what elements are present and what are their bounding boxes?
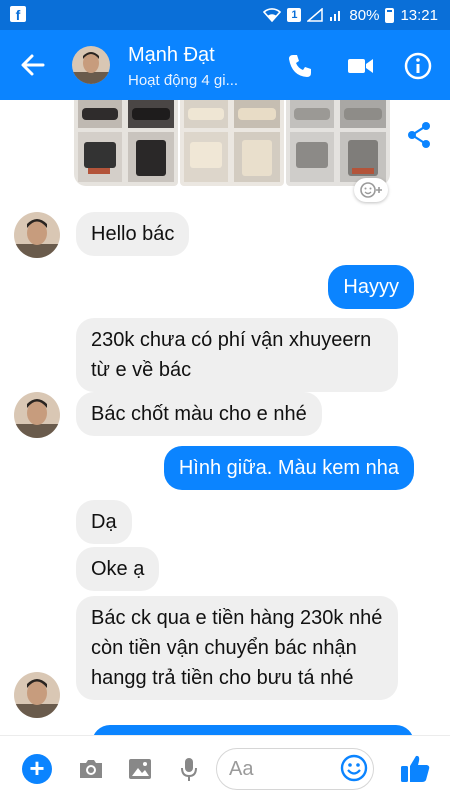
- message-bubble-incoming[interactable]: Hello bác: [76, 212, 190, 256]
- sender-avatar[interactable]: [14, 672, 60, 718]
- message-bubble-outgoing[interactable]: Hayyy: [328, 265, 414, 309]
- message-bubble-incoming[interactable]: Oke ạ: [76, 547, 160, 591]
- camera-icon[interactable]: [76, 754, 106, 784]
- message-bubble-incoming[interactable]: Bác ck qua e tiền hàng 230k nhé còn tiền…: [76, 596, 398, 700]
- share-icon[interactable]: [404, 120, 434, 150]
- status-bar: f 1 80% 13:21: [0, 0, 450, 30]
- signal-icon: [307, 8, 324, 22]
- microphone-icon[interactable]: [174, 754, 204, 784]
- message-bubble-incoming[interactable]: 230k chưa có phí vận xhuyeern từ e về bá…: [76, 318, 398, 392]
- gallery-icon[interactable]: [125, 754, 155, 784]
- contact-avatar[interactable]: [72, 46, 110, 84]
- message-list[interactable]: Hello bác Hayyy 230k chưa có phí vận xhu…: [0, 100, 450, 735]
- thumbs-up-icon[interactable]: [398, 752, 432, 786]
- sender-avatar[interactable]: [14, 392, 60, 438]
- back-arrow-icon[interactable]: [18, 50, 48, 80]
- contact-name[interactable]: Mạnh Đạt: [128, 44, 215, 67]
- video-camera-icon[interactable]: [344, 50, 376, 82]
- battery-percent: 80%: [349, 6, 380, 24]
- message-composer: +: [0, 735, 450, 800]
- emoji-icon[interactable]: [340, 754, 368, 782]
- info-icon[interactable]: [402, 50, 434, 82]
- facebook-app-icon: f: [10, 6, 26, 23]
- shared-photo[interactable]: [286, 100, 390, 186]
- shared-photo[interactable]: [74, 100, 178, 186]
- wifi-icon: [263, 8, 282, 22]
- phone-icon[interactable]: [284, 50, 316, 82]
- notification-badge: 1: [287, 8, 302, 22]
- shared-photo[interactable]: [180, 100, 284, 186]
- shared-photo-grid[interactable]: [74, 100, 390, 186]
- message-bubble-outgoing[interactable]: Hình giữa. Màu kem nha: [163, 446, 414, 490]
- battery-icon: [385, 7, 395, 23]
- sender-avatar[interactable]: [14, 212, 60, 258]
- signal-bars-icon: [330, 11, 341, 21]
- conversation-header: Mạnh Đạt Hoạt động 4 gi...: [0, 30, 450, 100]
- status-bar-right: 1 80% 13:21: [263, 6, 438, 24]
- message-bubble-outgoing-partial[interactable]: [92, 725, 414, 735]
- message-bubble-incoming[interactable]: Bác chốt màu cho e nhé: [76, 392, 322, 436]
- plus-icon[interactable]: +: [22, 754, 52, 784]
- message-bubble-incoming[interactable]: Dạ: [76, 500, 132, 544]
- clock: 13:21: [400, 6, 438, 24]
- activity-status: Hoạt động 4 gi...: [128, 72, 239, 89]
- add-reaction-icon[interactable]: [354, 178, 388, 202]
